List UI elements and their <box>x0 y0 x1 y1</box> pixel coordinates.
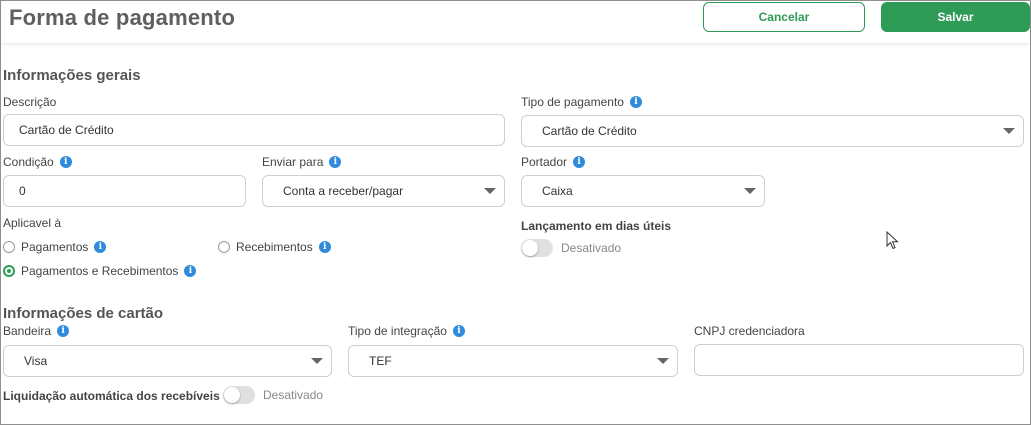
info-icon[interactable]: i <box>318 241 331 253</box>
descricao-label: Descrição <box>3 95 57 109</box>
liquidacao-label: Liquidação automática dos recebíveis <box>3 389 220 403</box>
info-icon[interactable]: i <box>57 325 70 337</box>
radio-circle-selected[interactable] <box>3 265 15 277</box>
liquidacao-state: Desativado <box>263 388 324 402</box>
chevron-down-icon <box>484 188 496 194</box>
tipo-pagamento-select[interactable]: Cartão de Crédito <box>521 115 1024 147</box>
info-icon[interactable]: i <box>573 156 586 168</box>
cnpj-label: CNPJ credenciadora <box>694 324 805 338</box>
mouse-cursor-icon <box>886 231 899 250</box>
chevron-down-icon <box>657 358 669 364</box>
toggle-track[interactable] <box>521 239 553 257</box>
descricao-input[interactable]: Cartão de Crédito <box>3 114 505 146</box>
toggle-knob <box>224 387 240 403</box>
bandeira-label: Bandeira i <box>3 324 70 338</box>
section-title-general: Informações gerais <box>3 67 141 84</box>
save-button[interactable]: Salvar <box>881 2 1030 32</box>
chevron-down-icon <box>311 358 323 364</box>
chevron-down-icon <box>744 188 756 194</box>
condicao-label: Condição i <box>3 155 72 169</box>
radio-recebimentos[interactable]: Recebimentos i <box>218 240 331 254</box>
enviar-para-label: Enviar para i <box>262 155 342 169</box>
enviar-para-select[interactable]: Conta a receber/pagar <box>262 175 505 207</box>
radio-pagamentos[interactable]: Pagamentos i <box>3 240 107 254</box>
info-icon[interactable]: i <box>329 156 342 168</box>
tipo-integracao-label: Tipo de integração i <box>348 324 465 338</box>
section-title-card: Informações de cartão <box>3 305 164 322</box>
dias-uteis-toggle[interactable]: Desativado <box>521 239 621 257</box>
portador-label: Portador i <box>521 155 586 169</box>
aplicavel-label: Aplicavel à <box>3 216 62 230</box>
radio-pagamentos-recebimentos[interactable]: Pagamentos e Recebimentos i <box>3 264 197 278</box>
radio-circle[interactable] <box>218 241 230 253</box>
cnpj-input[interactable] <box>694 344 1024 376</box>
liquidacao-toggle[interactable]: Desativado <box>223 386 323 404</box>
portador-select[interactable]: Caixa <box>521 175 765 207</box>
dias-uteis-label: Lançamento em dias úteis <box>521 219 672 233</box>
info-icon[interactable]: i <box>452 325 465 337</box>
page-title: Forma de pagamento <box>9 5 236 30</box>
info-icon[interactable]: i <box>94 241 107 253</box>
cancel-button[interactable]: Cancelar <box>703 2 865 32</box>
info-icon[interactable]: i <box>629 96 642 108</box>
info-icon[interactable]: i <box>184 265 197 277</box>
condicao-input[interactable]: 0 <box>3 175 246 207</box>
radio-circle[interactable] <box>3 241 15 253</box>
dias-uteis-state: Desativado <box>561 241 622 255</box>
info-icon[interactable]: i <box>59 156 72 168</box>
toggle-knob <box>522 240 538 256</box>
toggle-track[interactable] <box>223 386 255 404</box>
bandeira-select[interactable]: Visa <box>3 345 332 377</box>
page-header: Forma de pagamento <box>1 1 1029 43</box>
tipo-pagamento-label: Tipo de pagamento i <box>521 95 642 109</box>
tipo-integracao-select[interactable]: TEF <box>348 345 678 377</box>
chevron-down-icon <box>1003 128 1015 134</box>
